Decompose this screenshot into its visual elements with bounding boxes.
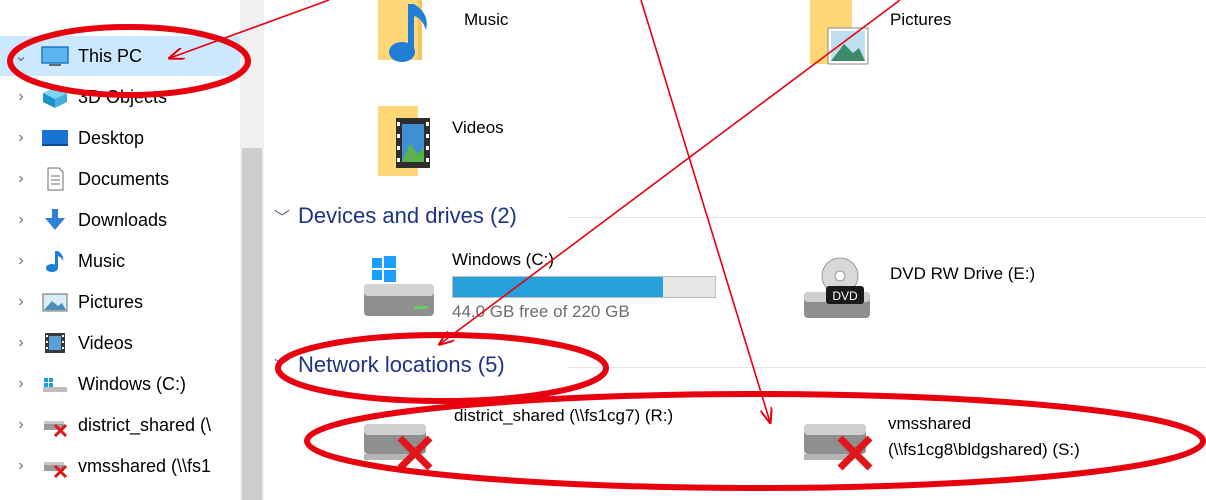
nav-label: Documents bbox=[78, 168, 170, 189]
chevron-right-icon[interactable]: › bbox=[10, 170, 32, 188]
nav-item-videos[interactable]: › Videos bbox=[0, 323, 240, 363]
disconnected-network-drive-icon bbox=[40, 413, 70, 438]
dvd-badge: DVD bbox=[832, 289, 858, 303]
monitor-icon bbox=[40, 44, 70, 68]
group-header-label: Network locations (5) bbox=[298, 352, 505, 377]
drive-usage-fill bbox=[453, 277, 663, 297]
nav-label: Downloads bbox=[78, 209, 168, 230]
documents-icon bbox=[40, 167, 70, 191]
folder-label: Videos bbox=[452, 118, 504, 137]
nav-label: 3D Objects bbox=[78, 86, 168, 107]
content-pane: Music Pictures Videos ﹀ Devices and driv… bbox=[264, 0, 1206, 500]
nav-item-music[interactable]: › Music bbox=[0, 241, 240, 281]
group-divider bbox=[568, 217, 1206, 218]
pictures-folder-icon bbox=[808, 0, 872, 70]
nav-label: Windows (C:) bbox=[78, 373, 187, 394]
3d-objects-icon bbox=[40, 85, 70, 109]
nav-item-3d-objects[interactable]: › 3D Objects bbox=[0, 77, 240, 117]
navigation-pane: ⌄ This PC › 3D Objects › Desktop › Docum… bbox=[0, 0, 264, 500]
music-note-icon bbox=[40, 249, 70, 273]
nav-label: Music bbox=[78, 250, 126, 271]
videos-icon bbox=[40, 331, 70, 355]
group-header-network[interactable]: ﹀ Network locations (5) bbox=[274, 345, 505, 385]
chevron-right-icon[interactable]: › bbox=[10, 129, 32, 147]
videos-folder-icon bbox=[374, 104, 438, 180]
network-location-name: vmsshared bbox=[888, 414, 972, 433]
chevron-down-icon[interactable]: ﹀ bbox=[274, 204, 290, 228]
network-location-name: district_shared (\\fs1cg7) (R:) bbox=[454, 406, 674, 425]
group-header-label: Devices and drives (2) bbox=[298, 203, 517, 228]
nav-item-windows-c[interactable]: › Windows (C:) bbox=[0, 364, 240, 404]
nav-item-district-shared[interactable]: › district_shared (\ bbox=[0, 405, 240, 445]
network-tile-district-shared[interactable]: district_shared (\\fs1cg7) (R:) bbox=[360, 406, 673, 472]
chevron-right-icon[interactable]: › bbox=[10, 375, 32, 393]
chevron-right-icon[interactable]: › bbox=[10, 334, 32, 352]
nav-label: Pictures bbox=[78, 291, 144, 312]
network-tile-vmsshared[interactable]: vmsshared (\\fs1cg8\bldgshared) (S:) bbox=[800, 412, 1080, 472]
nav-label: This PC bbox=[78, 45, 143, 66]
chevron-down-icon[interactable]: ⌄ bbox=[10, 46, 32, 66]
music-folder-icon bbox=[374, 0, 438, 70]
disconnected-network-drive-icon bbox=[800, 412, 880, 472]
drive-free-space: 44.0 GB free of 220 GB bbox=[452, 302, 630, 321]
nav-label: Desktop bbox=[78, 127, 145, 148]
drive-tile-dvd-rw[interactable]: DVD DVD RW Drive (E:) bbox=[800, 256, 1035, 324]
disconnected-network-drive-icon bbox=[360, 412, 440, 472]
chevron-right-icon[interactable]: › bbox=[10, 293, 32, 311]
scrollbar-thumb[interactable] bbox=[242, 148, 262, 500]
dvd-drive-icon: DVD bbox=[800, 256, 876, 324]
nav-item-this-pc[interactable]: ⌄ This PC bbox=[0, 36, 240, 76]
chevron-down-icon[interactable]: ﹀ bbox=[274, 353, 290, 377]
drive-name: DVD RW Drive (E:) bbox=[890, 264, 1036, 283]
drive-usage-bar bbox=[452, 276, 716, 298]
pictures-icon bbox=[40, 290, 70, 314]
group-header-devices[interactable]: ﹀ Devices and drives (2) bbox=[274, 196, 517, 236]
sidebar-scrollbar[interactable] bbox=[240, 0, 264, 500]
folder-label: Pictures bbox=[890, 10, 952, 29]
folder-tile-pictures[interactable]: Pictures bbox=[808, 0, 951, 70]
network-location-path: (\\fs1cg8\bldgshared) (S:) bbox=[888, 440, 1080, 459]
drive-tile-windows-c[interactable]: Windows (C:) 44.0 GB free of 220 GB bbox=[360, 250, 716, 326]
chevron-right-icon[interactable]: › bbox=[10, 211, 32, 229]
nav-item-desktop[interactable]: › Desktop bbox=[0, 118, 240, 158]
disconnected-network-drive-icon bbox=[40, 454, 70, 479]
nav-item-downloads[interactable]: › Downloads bbox=[0, 200, 240, 240]
downloads-icon bbox=[40, 208, 70, 232]
windows-drive-icon bbox=[360, 250, 438, 326]
chevron-right-icon[interactable]: › bbox=[10, 252, 32, 270]
folder-tile-music[interactable]: Music bbox=[374, 0, 508, 70]
chevron-right-icon[interactable]: › bbox=[10, 88, 32, 106]
nav-item-pictures[interactable]: › Pictures bbox=[0, 282, 240, 322]
nav-label: Videos bbox=[78, 332, 133, 353]
folder-tile-videos[interactable]: Videos bbox=[374, 104, 504, 180]
drive-name: Windows (C:) bbox=[452, 250, 555, 269]
nav-label: vmsshared (\\fs1 bbox=[78, 455, 212, 476]
desktop-icon bbox=[40, 126, 70, 150]
nav-label: district_shared (\ bbox=[78, 414, 212, 435]
folder-label: Music bbox=[464, 10, 509, 29]
group-divider bbox=[568, 367, 1206, 368]
chevron-right-icon[interactable]: › bbox=[10, 416, 32, 434]
chevron-right-icon[interactable]: › bbox=[10, 457, 32, 475]
drive-icon bbox=[40, 372, 70, 396]
nav-item-documents[interactable]: › Documents bbox=[0, 159, 240, 199]
nav-item-vmsshared[interactable]: › vmsshared (\\fs1 bbox=[0, 446, 240, 486]
